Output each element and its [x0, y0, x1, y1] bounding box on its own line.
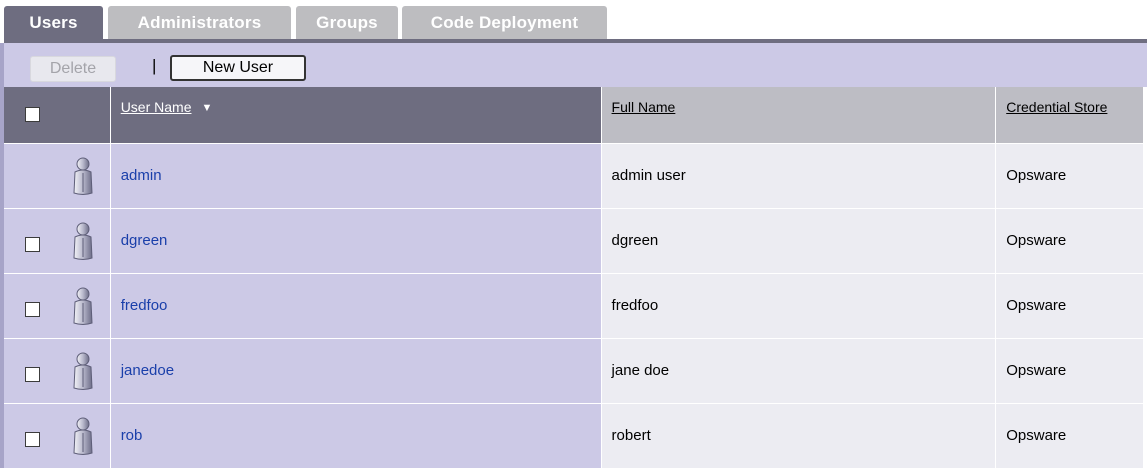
column-header-full-name: Full Name: [601, 87, 997, 143]
column-header-user-name: User Name ▼: [110, 87, 602, 143]
credential-store-cell: Opsware: [995, 337, 1143, 403]
user-name-link[interactable]: janedoe: [121, 362, 174, 379]
user-icon: [73, 352, 93, 390]
column-header-credential-store: Credential Store: [995, 87, 1143, 143]
credential-store-cell: Opsware: [995, 207, 1143, 273]
table-header-row: User Name ▼ Full Name Credential Store: [2, 87, 1143, 143]
full-name-cell: jane doe: [601, 337, 997, 403]
delete-button[interactable]: Delete: [30, 56, 116, 82]
tab-groups[interactable]: Groups: [296, 6, 398, 39]
row-select-cell: [2, 207, 111, 273]
tab-administrators[interactable]: Administrators: [108, 6, 291, 39]
full-name-cell: robert: [601, 402, 997, 468]
toolbar-separator: |: [152, 56, 157, 75]
sort-down-icon[interactable]: ▼: [201, 102, 212, 114]
table-row: dgreen dgreen Opsware: [2, 207, 1143, 273]
full-name-cell: admin user: [601, 142, 997, 208]
row-select-cell: [2, 402, 111, 468]
full-name-sort-link[interactable]: Full Name: [612, 99, 676, 115]
user-icon: [73, 222, 93, 260]
user-name-cell: admin: [110, 142, 602, 208]
row-checkbox[interactable]: [25, 366, 40, 382]
select-all-cell: [2, 87, 111, 143]
row-select-cell: [2, 337, 111, 403]
row-checkbox[interactable]: [25, 301, 40, 317]
tab-code-deployment[interactable]: Code Deployment: [402, 6, 607, 39]
credential-store-sort-link[interactable]: Credential Store: [1006, 99, 1107, 115]
user-name-cell: rob: [110, 402, 602, 468]
user-name-link[interactable]: admin: [121, 167, 162, 184]
full-name-cell: fredfoo: [601, 272, 997, 338]
new-user-button[interactable]: New User: [170, 55, 306, 81]
user-name-cell: janedoe: [110, 337, 602, 403]
users-table: User Name ▼ Full Name Credential Store a…: [0, 87, 1143, 468]
user-icon: [73, 157, 93, 195]
user-icon: [73, 417, 93, 455]
table-row: janedoe jane doe Opsware: [2, 337, 1143, 403]
credential-store-cell: Opsware: [995, 272, 1143, 338]
row-select-cell: [2, 142, 111, 208]
row-select-cell: [2, 272, 111, 338]
user-name-cell: fredfoo: [110, 272, 602, 338]
credential-store-cell: Opsware: [995, 402, 1143, 468]
user-name-link[interactable]: dgreen: [121, 232, 168, 249]
credential-store-cell: Opsware: [995, 142, 1143, 208]
table-row: admin admin user Opsware: [2, 142, 1143, 208]
table-row: fredfoo fredfoo Opsware: [2, 272, 1143, 338]
row-checkbox[interactable]: [25, 431, 40, 447]
tab-users[interactable]: Users: [4, 6, 103, 39]
row-checkbox[interactable]: [25, 236, 40, 252]
full-name-cell: dgreen: [601, 207, 997, 273]
user-icon: [73, 287, 93, 325]
select-all-checkbox[interactable]: [25, 107, 40, 122]
table-row: rob robert Opsware: [2, 402, 1143, 468]
toolbar: Delete | New User: [0, 43, 1147, 87]
user-name-cell: dgreen: [110, 207, 602, 273]
user-name-link[interactable]: rob: [121, 427, 143, 444]
user-name-link[interactable]: fredfoo: [121, 297, 168, 314]
user-name-sort-link[interactable]: User Name: [121, 99, 192, 115]
